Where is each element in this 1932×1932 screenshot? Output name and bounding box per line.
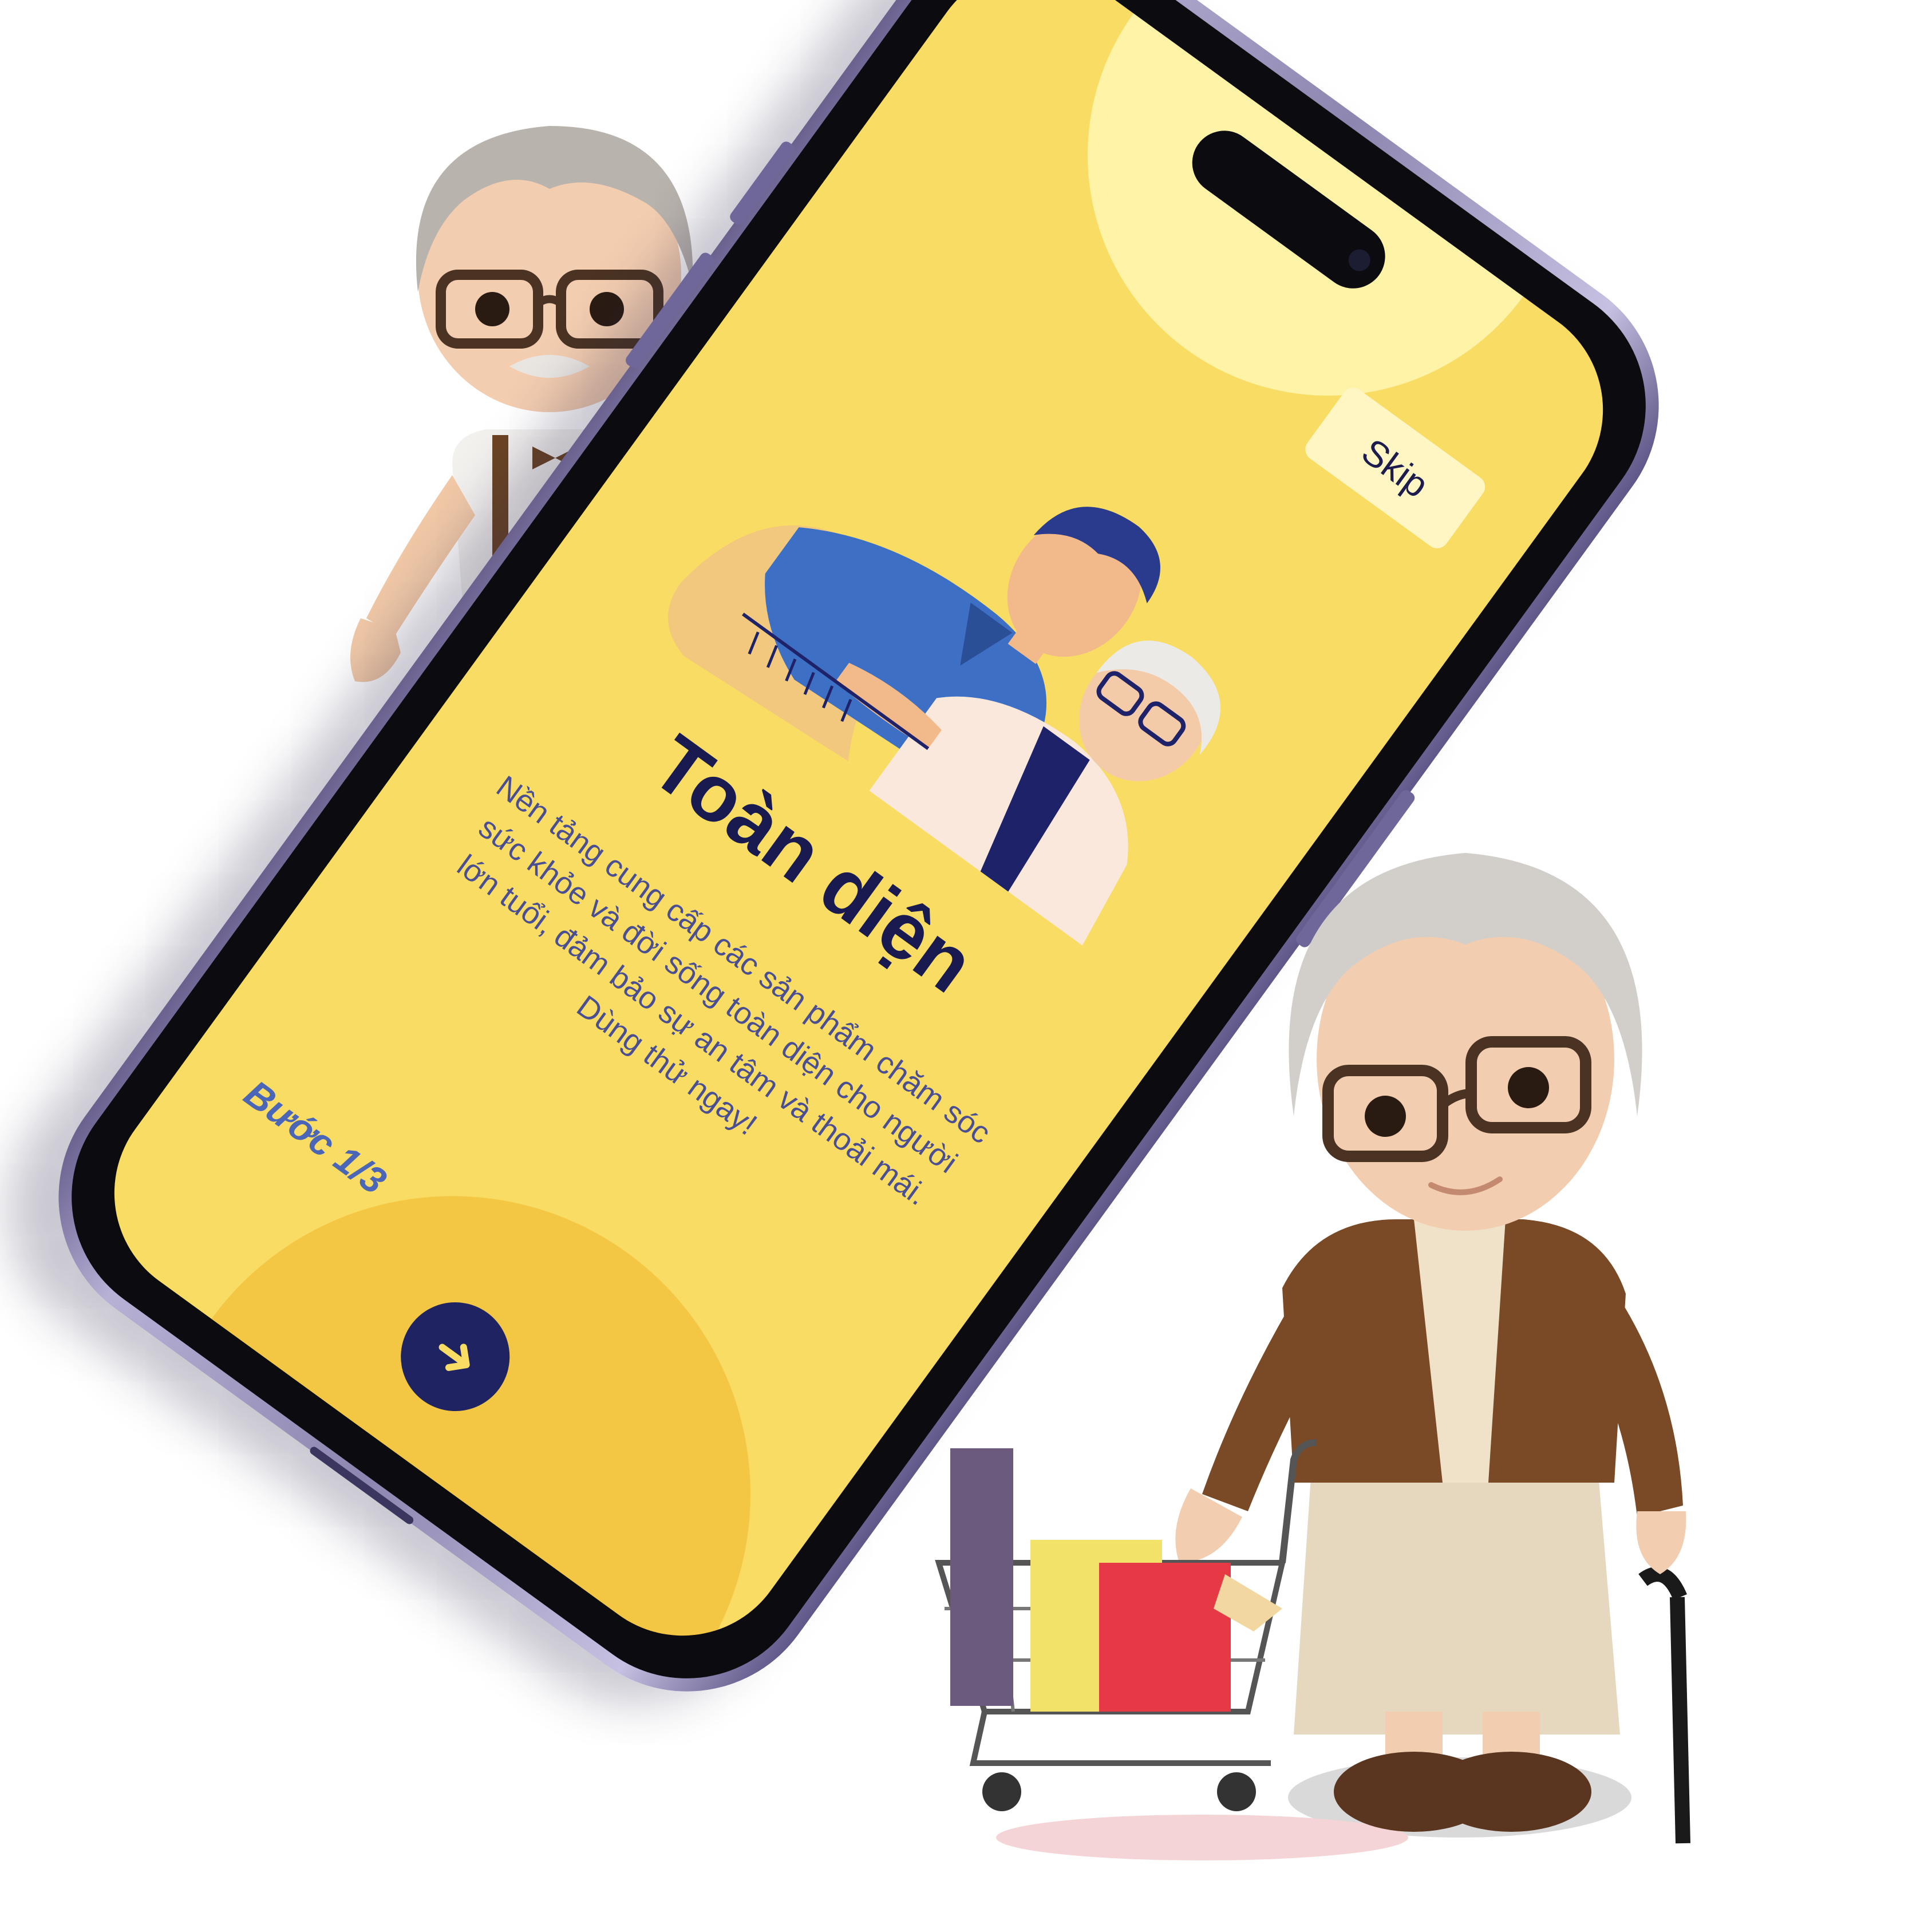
step-indicator: Bước 1/3 [236, 1072, 394, 1203]
elderly-woman-with-cart-figure [935, 853, 1690, 1860]
skip-label: Skip [1354, 430, 1436, 506]
skip-button[interactable]: Skip [1301, 383, 1490, 553]
arrow-right-icon [438, 1344, 470, 1371]
shopping-cart-icon [935, 1439, 1317, 1811]
camera-icon [1344, 245, 1375, 276]
next-button[interactable] [379, 1281, 531, 1433]
dynamic-island [1179, 118, 1398, 301]
